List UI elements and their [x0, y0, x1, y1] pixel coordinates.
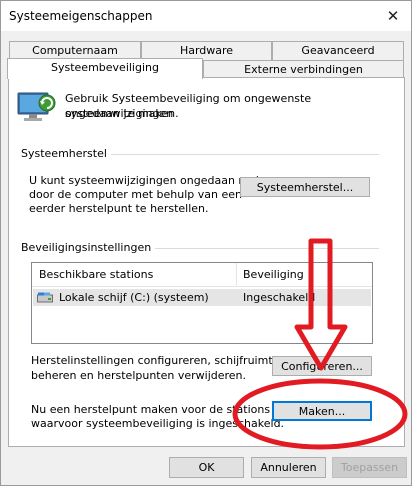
- listview-header: Beschikbare stations Beveiliging: [32, 263, 372, 287]
- create-desc-line-1: Nu een herstelpunt maken voor de station…: [31, 403, 271, 416]
- system-properties-window: Systeemeigenschappen ✕ Computernaam Hard…: [0, 0, 412, 486]
- drive-icon: [37, 292, 53, 303]
- restore-desc-line-3: eerder herstelpunt te herstellen.: [29, 202, 209, 215]
- system-protection-icon: [17, 92, 56, 121]
- cancel-button[interactable]: Annuleren: [251, 457, 326, 478]
- system-restore-button[interactable]: Systeemherstel...: [240, 177, 370, 197]
- title-bar: Systeemeigenschappen ✕: [1, 1, 411, 31]
- restore-desc-line-1: U kunt systeemwijzigingen ongedaan maken: [29, 174, 276, 187]
- configure-desc-line-1: Herstelinstellingen configureren, schijf…: [31, 354, 280, 367]
- create-desc-line-2: waarvoor systeembeveiliging is ingeschak…: [31, 417, 285, 430]
- window-title: Systeemeigenschappen: [9, 9, 153, 23]
- configure-desc-line-2: beheren en herstelpunten verwijderen.: [31, 369, 247, 382]
- group-label-systeemherstel: Systeemherstel: [21, 147, 111, 160]
- apply-button: Toepassen: [332, 457, 407, 478]
- intro-line-2: ongedaan te maken.: [65, 107, 179, 120]
- configure-button[interactable]: Configureren...: [272, 356, 372, 376]
- tab-geavanceerd[interactable]: Geavanceerd: [272, 41, 404, 60]
- tab-systeembeveiliging[interactable]: Systeembeveiliging: [7, 58, 203, 79]
- column-header-beveiliging[interactable]: Beveiliging: [236, 263, 372, 287]
- group-label-beveiligingsinstellingen: Beveiligingsinstellingen: [21, 241, 156, 254]
- drive-name: Lokale schijf (C:) (systeem): [59, 291, 209, 304]
- create-button[interactable]: Maken...: [272, 401, 372, 421]
- drive-protection-status: Ingeschakeld: [243, 291, 316, 304]
- ok-button[interactable]: OK: [169, 457, 244, 478]
- drives-listview[interactable]: Beschikbare stations Beveiliging Lokale …: [31, 262, 373, 344]
- column-header-stations[interactable]: Beschikbare stations: [32, 263, 236, 287]
- close-button[interactable]: ✕: [375, 1, 411, 31]
- restore-desc-line-2: door de computer met behulp van een: [29, 188, 243, 201]
